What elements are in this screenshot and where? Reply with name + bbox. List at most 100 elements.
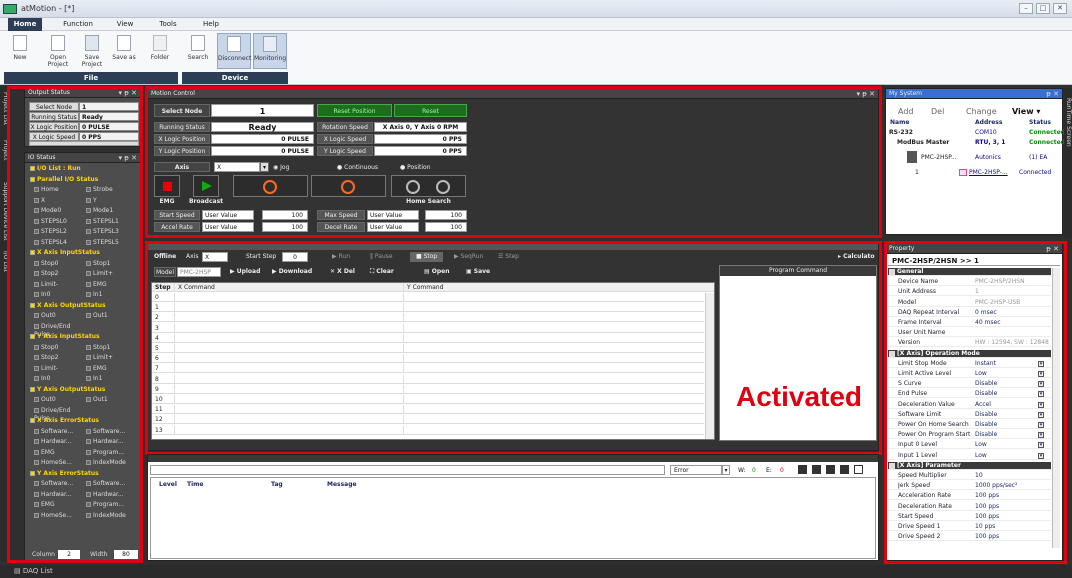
property-row[interactable]: Software Limit Disable ▾ bbox=[888, 411, 1051, 419]
open-button[interactable]: ▤ Open bbox=[424, 267, 450, 277]
property-value[interactable]: Disable bbox=[975, 411, 997, 419]
folder-button[interactable]: Folder bbox=[144, 33, 176, 69]
tree-row-modbus[interactable]: ModBus Master RTU, 3, 1 Connected bbox=[889, 139, 1065, 148]
start-step-input[interactable]: 0 bbox=[282, 252, 308, 262]
panel-pin-icon[interactable]: ᵽ ✕ bbox=[1046, 244, 1059, 254]
download-button[interactable]: ▶ Download bbox=[272, 267, 312, 277]
io-group-header[interactable]: X Axis ErrorStatus bbox=[30, 417, 99, 425]
dropdown-icon[interactable]: ▾ bbox=[1038, 411, 1044, 418]
open-project-button[interactable]: Open Project bbox=[42, 33, 74, 69]
pause-log-icon[interactable] bbox=[840, 465, 849, 474]
property-row[interactable]: User Unit Name bbox=[888, 329, 1051, 338]
emg-button[interactable] bbox=[154, 175, 180, 197]
message-filter-select[interactable]: Error bbox=[670, 465, 722, 475]
property-section[interactable]: [X Axis] Operation Mode bbox=[888, 349, 1051, 358]
property-value[interactable]: HW : 12594, SW : 12848 bbox=[975, 339, 1049, 347]
dropdown-icon[interactable]: ▾ bbox=[1038, 452, 1044, 459]
property-row[interactable]: DAQ Repeat Interval 0 msec bbox=[888, 309, 1051, 317]
x-command-cell[interactable] bbox=[174, 323, 403, 333]
menu-tools[interactable]: Tools bbox=[150, 18, 186, 31]
y-command-cell[interactable] bbox=[403, 425, 708, 435]
program-axis-select[interactable]: X bbox=[202, 252, 228, 262]
property-value[interactable]: 40 msec bbox=[975, 319, 1001, 327]
property-row[interactable]: Device Name PMC-2HSP/2HSN bbox=[888, 278, 1051, 287]
add-device-button[interactable]: Add bbox=[898, 107, 914, 116]
axis-select[interactable]: X bbox=[214, 162, 260, 172]
property-row[interactable]: Drive Speed 2 100 pps bbox=[888, 533, 1051, 542]
y-command-cell[interactable] bbox=[403, 333, 708, 343]
save-as-button[interactable]: Save as bbox=[108, 33, 140, 69]
property-row[interactable]: Jerk Speed 1000 pps/sec² bbox=[888, 482, 1051, 491]
dropdown-icon[interactable]: ▾ bbox=[1038, 371, 1044, 377]
property-row[interactable]: Input 1 Level Low ▾ bbox=[888, 452, 1051, 460]
x-command-cell[interactable] bbox=[174, 313, 403, 323]
collapse-icon[interactable] bbox=[889, 269, 895, 275]
property-row[interactable]: Version HW : 12594, SW : 12848 bbox=[888, 339, 1051, 348]
horizontal-scrollbar[interactable] bbox=[29, 141, 139, 146]
grid-scrollbar[interactable] bbox=[705, 293, 714, 439]
start-speed-type-select[interactable]: User Value bbox=[202, 210, 254, 220]
io-group-header[interactable]: Y Axis ErrorStatus bbox=[30, 470, 99, 478]
y-command-cell[interactable] bbox=[403, 293, 708, 302]
broadcast-button[interactable] bbox=[193, 175, 219, 197]
accel-rate-input[interactable]: 100 bbox=[262, 222, 308, 232]
disconnect-button[interactable]: Disconnect bbox=[217, 33, 251, 69]
x-command-cell[interactable] bbox=[174, 384, 403, 394]
table-row[interactable]: 7 bbox=[152, 364, 704, 374]
property-value[interactable]: 100 pps bbox=[975, 492, 999, 500]
y-command-cell[interactable] bbox=[403, 405, 708, 415]
property-value[interactable]: 100 pps bbox=[975, 503, 999, 511]
mode-continuous-radio[interactable]: ● Continuous bbox=[337, 164, 378, 171]
io-group-header[interactable]: Y Axis OutputStatus bbox=[30, 386, 105, 394]
clear-button[interactable]: ⛶ Clear bbox=[370, 267, 394, 277]
property-value[interactable]: 100 pps bbox=[975, 533, 999, 541]
x-command-cell[interactable] bbox=[174, 364, 403, 374]
tree-row-pmc[interactable]: PMC-2HSP... Autonics (1) EA bbox=[889, 151, 1061, 165]
monitoring-button[interactable]: Monitoring bbox=[253, 33, 287, 69]
table-row[interactable]: 2 bbox=[152, 313, 704, 323]
property-section[interactable]: [X Axis] Parameter bbox=[888, 461, 1051, 470]
message-search-input[interactable] bbox=[150, 465, 665, 475]
property-value[interactable]: 1000 pps/sec² bbox=[975, 482, 1017, 490]
property-row[interactable]: Limit Active Level Low ▾ bbox=[888, 370, 1051, 378]
menu-view[interactable]: View bbox=[110, 18, 140, 31]
menu-home[interactable]: Home bbox=[8, 18, 42, 31]
property-value[interactable]: 1 bbox=[975, 288, 979, 296]
save-project-button[interactable]: Save Project bbox=[76, 33, 108, 69]
step-button[interactable]: ☰ Step bbox=[498, 252, 519, 262]
property-row[interactable]: End Pulse Disable ▾ bbox=[888, 390, 1051, 399]
search-button[interactable]: Search bbox=[182, 33, 214, 69]
property-row[interactable]: S Curve Disable ▾ bbox=[888, 380, 1051, 389]
panel-pin-icon[interactable]: ▾ ᵽ ✕ bbox=[119, 88, 138, 98]
max-speed-type-select[interactable]: User Value bbox=[367, 210, 419, 220]
tree-row-unit[interactable]: 1 PMC-2HSP-... Connected bbox=[889, 169, 1061, 178]
x-command-cell[interactable] bbox=[174, 425, 403, 435]
jog-ccw-button[interactable] bbox=[233, 175, 308, 197]
io-group-header[interactable]: Parallel I/O Status bbox=[30, 176, 98, 184]
reset-position-button[interactable]: Reset Position bbox=[317, 104, 392, 117]
tab-support-device-list[interactable]: Support Device List bbox=[1, 181, 9, 241]
table-row[interactable]: 4 bbox=[152, 333, 704, 343]
y-command-cell[interactable] bbox=[403, 395, 708, 404]
table-row[interactable]: 9 bbox=[152, 384, 704, 394]
property-section[interactable]: General bbox=[888, 268, 1051, 276]
decel-rate-type-select[interactable]: User Value bbox=[367, 222, 419, 232]
property-row[interactable]: Drive Speed 1 10 pps bbox=[888, 523, 1051, 531]
dropdown-icon[interactable]: ▾ bbox=[1038, 442, 1044, 449]
pause-button[interactable]: ‖ Pause bbox=[370, 252, 393, 262]
seqrun-button[interactable]: ▶ SeqRun bbox=[454, 252, 483, 262]
property-value[interactable]: Instant bbox=[975, 360, 996, 368]
x-command-cell[interactable] bbox=[174, 415, 403, 425]
stop-button[interactable]: ■ Stop bbox=[410, 252, 444, 262]
new-button[interactable]: New bbox=[4, 33, 36, 69]
property-row[interactable]: Frame Interval 40 msec bbox=[888, 319, 1051, 327]
table-row[interactable]: 3 bbox=[152, 323, 704, 333]
property-row[interactable]: Deceleration Rate 100 pps bbox=[888, 503, 1051, 511]
property-value[interactable]: PMC-2HSP/2HSN bbox=[975, 278, 1025, 286]
dropdown-icon[interactable]: ▾ bbox=[1038, 401, 1044, 408]
model-select[interactable]: PMC-2HSP bbox=[177, 267, 221, 277]
tree-row-rs232[interactable]: RS-232 COM10 Connected bbox=[889, 129, 1065, 138]
column-input[interactable]: 2 bbox=[58, 550, 80, 559]
table-row[interactable]: 10 bbox=[152, 395, 704, 404]
minimize-button[interactable]: – bbox=[1019, 3, 1033, 14]
